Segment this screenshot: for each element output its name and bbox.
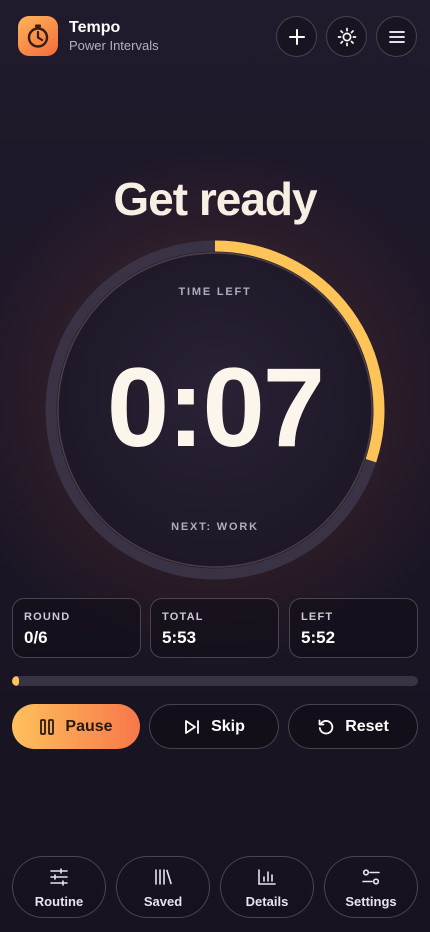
hamburger-icon <box>388 30 405 43</box>
settings-icon <box>325 868 417 886</box>
stat-label: ROUND <box>24 611 71 623</box>
reset-icon <box>317 718 335 736</box>
stat-value: 5:53 <box>162 628 197 647</box>
bottom-nav: Routine Saved Details Settings <box>12 856 418 918</box>
skip-label: Skip <box>211 717 245 735</box>
skip-button[interactable]: Skip <box>149 704 279 749</box>
stopwatch-icon <box>18 16 58 56</box>
stat-label: LEFT <box>301 611 334 623</box>
stat-label: TOTAL <box>162 611 204 623</box>
pause-icon <box>39 718 55 736</box>
nav-item-routine[interactable]: Routine <box>12 856 106 918</box>
theme-button[interactable] <box>326 16 367 57</box>
nav-item-details[interactable]: Details <box>220 856 314 918</box>
stats-row: ROUND 0/6 TOTAL 5:53 LEFT 5:52 <box>12 598 418 658</box>
time-left-label: TIME LEFT <box>178 286 252 298</box>
time-left-value: 0:07 <box>106 345 325 470</box>
next-phase-label: NEXT: WORK <box>171 521 259 533</box>
nav-label: Routine <box>34 894 84 909</box>
pause-button[interactable]: Pause <box>12 704 140 749</box>
bar-chart-icon <box>221 868 313 886</box>
nav-label: Saved <box>143 894 183 909</box>
reset-button[interactable]: Reset <box>288 704 418 749</box>
app-subtitle: Power Intervals <box>69 38 159 53</box>
stat-value: 0/6 <box>24 628 48 647</box>
sun-icon <box>337 27 356 46</box>
nav-label: Settings <box>345 894 397 909</box>
nav-label: Details <box>245 894 289 909</box>
app-title: Tempo <box>69 19 121 36</box>
nav-item-settings[interactable]: Settings <box>324 856 418 918</box>
library-icon <box>117 868 209 886</box>
phase-title: Get ready <box>113 173 317 225</box>
pause-label: Pause <box>65 717 113 735</box>
app-header: Tempo Power Intervals <box>18 16 418 57</box>
add-button[interactable] <box>276 16 317 57</box>
reset-label: Reset <box>345 717 389 735</box>
session-progress-bar <box>12 676 418 686</box>
stat-total: TOTAL 5:53 <box>150 598 279 658</box>
menu-button[interactable] <box>376 16 417 57</box>
sliders-icon <box>13 868 105 886</box>
stat-value: 5:52 <box>301 628 336 647</box>
skip-forward-icon <box>183 718 201 736</box>
stat-round: ROUND 0/6 <box>12 598 141 658</box>
plus-icon <box>288 28 305 45</box>
stat-left: LEFT 5:52 <box>289 598 418 658</box>
nav-item-saved[interactable]: Saved <box>116 856 210 918</box>
session-progress-fill <box>12 676 19 686</box>
